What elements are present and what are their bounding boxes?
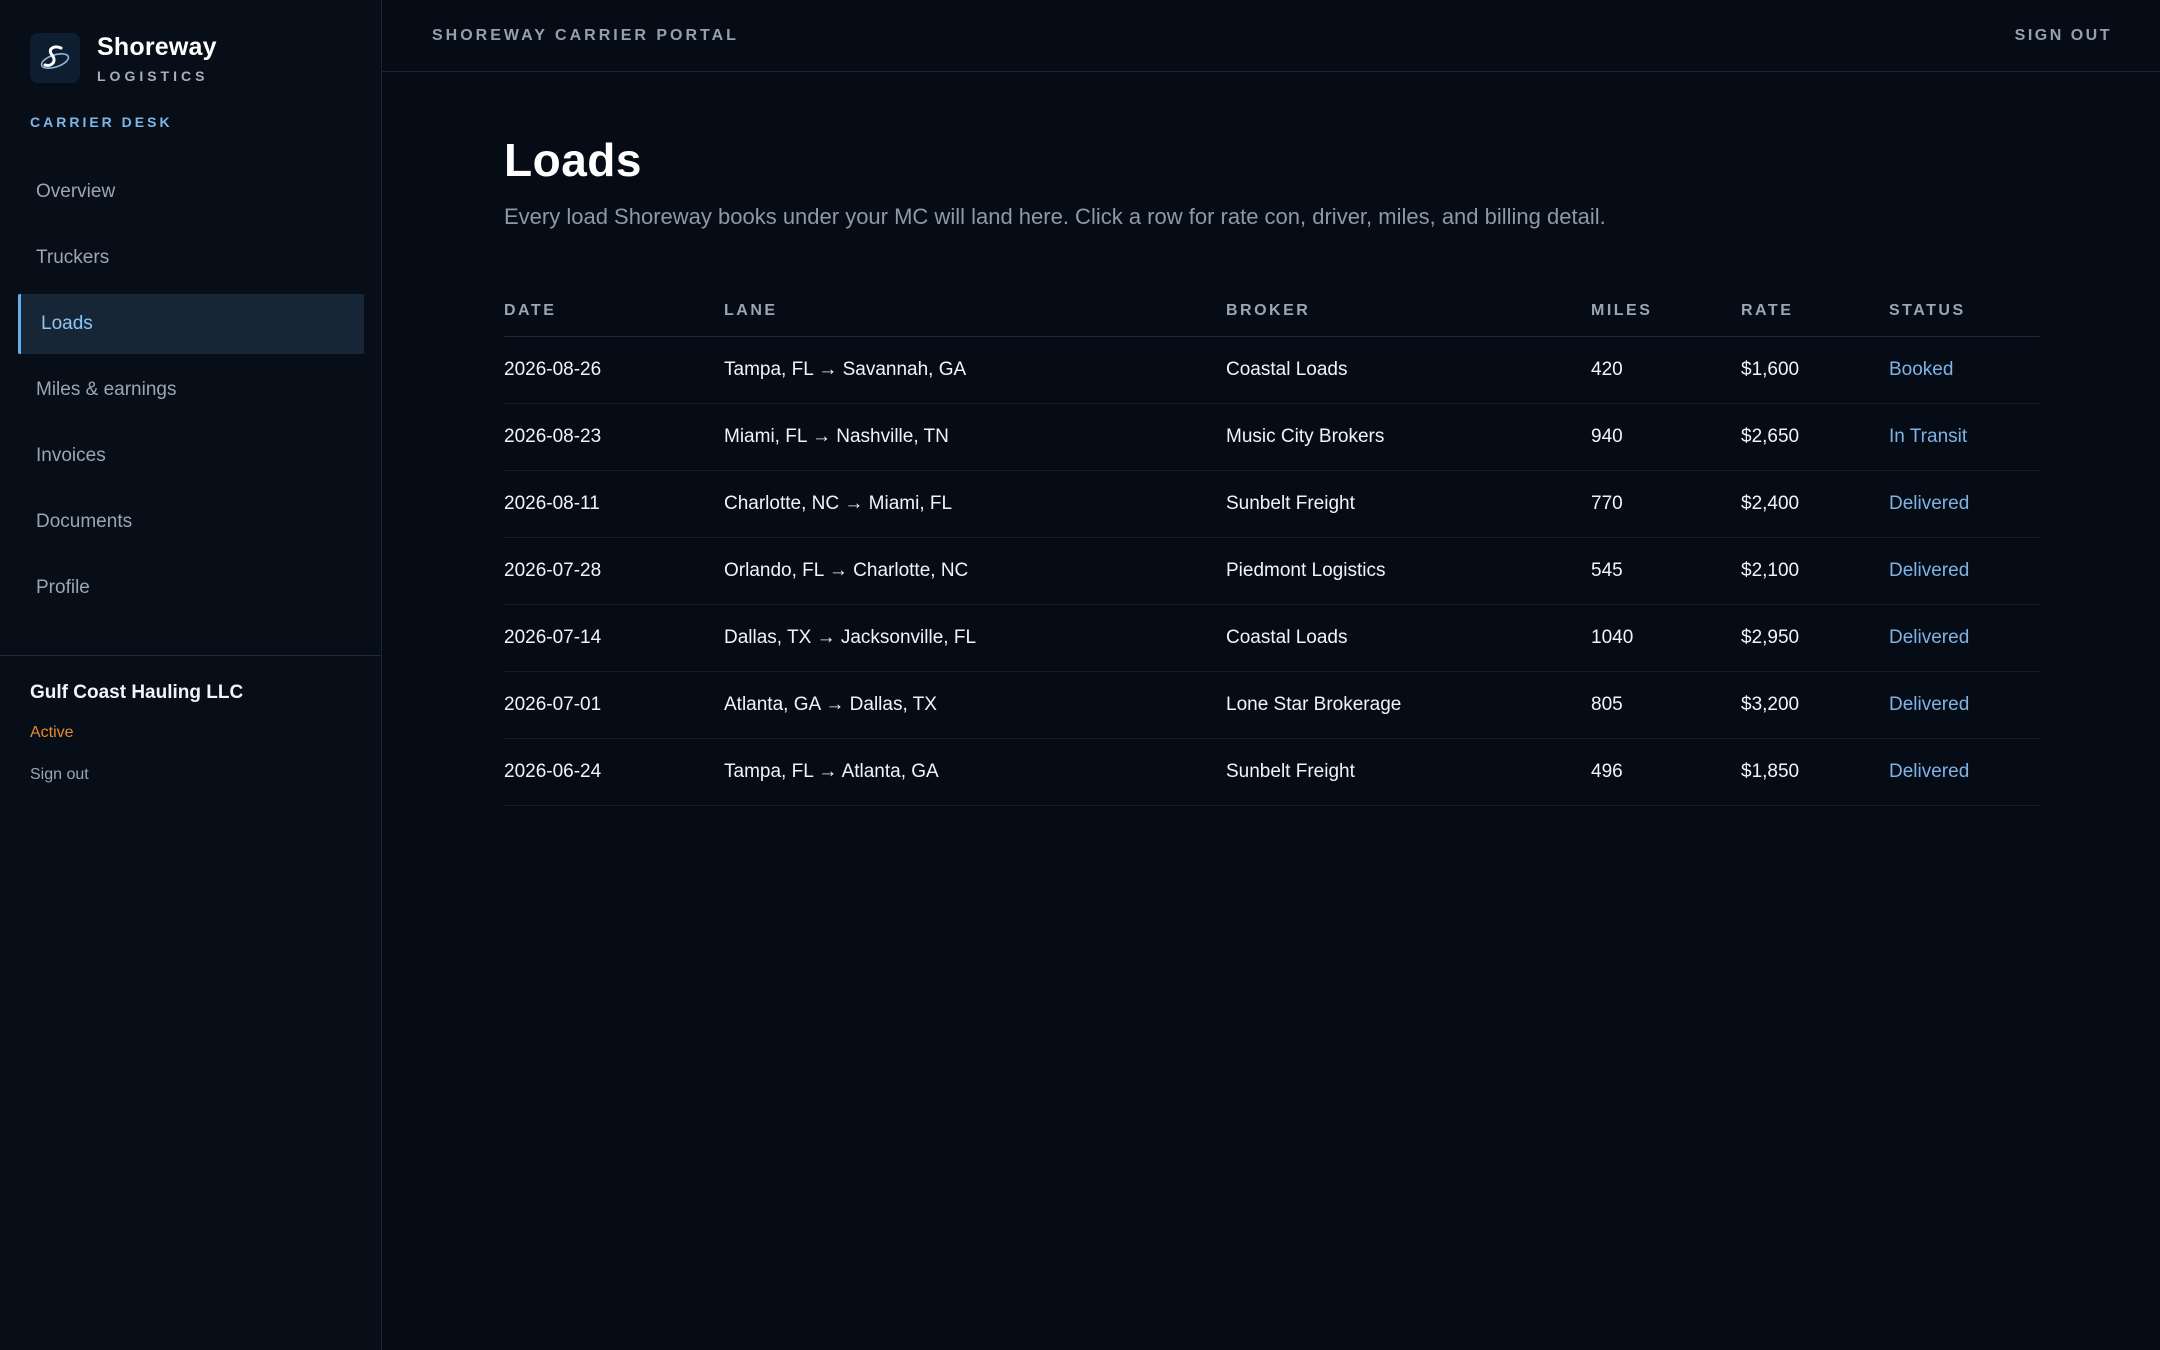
table-row[interactable]: 2026-06-24 Tampa, FL → Atlanta, GA Sunbe… bbox=[504, 738, 2040, 806]
page-description: Every load Shoreway books under your MC … bbox=[504, 204, 1606, 229]
column-header-status[interactable]: STATUS bbox=[1889, 286, 2040, 337]
sidebar: Shoreway LOGISTICS CARRIER DESK Overview… bbox=[0, 0, 382, 1350]
cell-miles: 1040 bbox=[1591, 604, 1741, 672]
sidebar-item-invoices[interactable]: Invoices bbox=[18, 426, 364, 486]
cell-date: 2026-07-28 bbox=[504, 537, 724, 605]
cell-lane: Orlando, FL → Charlotte, NC bbox=[724, 537, 1226, 605]
page-title: Loads bbox=[504, 134, 642, 186]
account-status: Active bbox=[30, 724, 74, 741]
cell-date: 2026-08-11 bbox=[504, 470, 724, 538]
sidebar-nav: Overview Truckers Loads Miles & earnings… bbox=[18, 162, 364, 624]
cell-date: 2026-08-26 bbox=[504, 336, 724, 404]
main-content: SHOREWAY CARRIER PORTAL SIGN OUT Loads E… bbox=[382, 0, 2160, 1350]
column-header-date[interactable]: DATE bbox=[504, 286, 724, 337]
cell-rate: $1,850 bbox=[1741, 738, 1889, 806]
sidebar-divider bbox=[0, 655, 381, 656]
cell-broker: Coastal Loads bbox=[1226, 604, 1591, 672]
cell-miles: 545 bbox=[1591, 537, 1741, 605]
table-row[interactable]: 2026-08-11 Charlotte, NC → Miami, FL Sun… bbox=[504, 470, 2040, 538]
column-header-rate[interactable]: RATE bbox=[1741, 286, 1889, 337]
sidebar-sign-out-link[interactable]: Sign out bbox=[30, 766, 89, 784]
top-bar: SHOREWAY CARRIER PORTAL SIGN OUT bbox=[382, 0, 2160, 72]
cell-status: Delivered bbox=[1889, 738, 2040, 806]
cell-broker: Coastal Loads bbox=[1226, 336, 1591, 404]
table-row[interactable]: 2026-07-14 Dallas, TX → Jacksonville, FL… bbox=[504, 604, 2040, 672]
table-header-row: DATE LANE BROKER MILES RATE STATUS bbox=[504, 286, 2040, 337]
section-label: CARRIER DESK bbox=[30, 114, 173, 130]
cell-rate: $1,600 bbox=[1741, 336, 1889, 404]
table-row[interactable]: 2026-08-23 Miami, FL → Nashville, TN Mus… bbox=[504, 403, 2040, 471]
cell-date: 2026-07-01 bbox=[504, 671, 724, 739]
sidebar-item-profile[interactable]: Profile bbox=[18, 558, 364, 618]
loads-table: DATE LANE BROKER MILES RATE STATUS 2026-… bbox=[504, 286, 2040, 806]
cell-rate: $2,400 bbox=[1741, 470, 1889, 538]
brand[interactable]: Shoreway LOGISTICS bbox=[30, 32, 217, 84]
column-header-miles[interactable]: MILES bbox=[1591, 286, 1741, 337]
cell-lane: Tampa, FL → Savannah, GA bbox=[724, 336, 1226, 404]
sidebar-item-loads[interactable]: Loads bbox=[18, 294, 364, 354]
cell-status: Delivered bbox=[1889, 604, 2040, 672]
column-header-lane[interactable]: LANE bbox=[724, 286, 1226, 337]
cell-date: 2026-08-23 bbox=[504, 403, 724, 471]
company-name: Gulf Coast Hauling LLC bbox=[30, 682, 244, 703]
cell-broker: Lone Star Brokerage bbox=[1226, 671, 1591, 739]
cell-rate: $2,650 bbox=[1741, 403, 1889, 471]
column-header-broker[interactable]: BROKER bbox=[1226, 286, 1591, 337]
cell-status: Delivered bbox=[1889, 537, 2040, 605]
cell-broker: Sunbelt Freight bbox=[1226, 738, 1591, 806]
sidebar-item-documents[interactable]: Documents bbox=[18, 492, 364, 552]
table-row[interactable]: 2026-07-01 Atlanta, GA → Dallas, TX Lone… bbox=[504, 671, 2040, 739]
cell-broker: Music City Brokers bbox=[1226, 403, 1591, 471]
cell-status: In Transit bbox=[1889, 403, 2040, 471]
cell-miles: 770 bbox=[1591, 470, 1741, 538]
loads-section: Loads Every load Shoreway books under yo… bbox=[504, 132, 2040, 806]
app-shell: Shoreway LOGISTICS CARRIER DESK Overview… bbox=[0, 0, 2160, 1350]
table-row[interactable]: 2026-07-28 Orlando, FL → Charlotte, NC P… bbox=[504, 537, 2040, 605]
shoreway-logo-icon bbox=[30, 33, 80, 83]
cell-lane: Atlanta, GA → Dallas, TX bbox=[724, 671, 1226, 739]
sidebar-item-miles-earnings[interactable]: Miles & earnings bbox=[18, 360, 364, 420]
cell-miles: 496 bbox=[1591, 738, 1741, 806]
cell-lane: Charlotte, NC → Miami, FL bbox=[724, 470, 1226, 538]
cell-rate: $2,100 bbox=[1741, 537, 1889, 605]
cell-rate: $2,950 bbox=[1741, 604, 1889, 672]
cell-miles: 805 bbox=[1591, 671, 1741, 739]
cell-status: Delivered bbox=[1889, 470, 2040, 538]
portal-title: SHOREWAY CARRIER PORTAL bbox=[432, 26, 739, 44]
cell-date: 2026-07-14 bbox=[504, 604, 724, 672]
sidebar-item-truckers[interactable]: Truckers bbox=[18, 228, 364, 288]
sidebar-item-overview[interactable]: Overview bbox=[18, 162, 364, 222]
cell-miles: 420 bbox=[1591, 336, 1741, 404]
cell-rate: $3,200 bbox=[1741, 671, 1889, 739]
cell-lane: Miami, FL → Nashville, TN bbox=[724, 403, 1226, 471]
cell-miles: 940 bbox=[1591, 403, 1741, 471]
cell-status: Delivered bbox=[1889, 671, 2040, 739]
sign-out-button[interactable]: SIGN OUT bbox=[2015, 27, 2112, 45]
cell-date: 2026-06-24 bbox=[504, 738, 724, 806]
cell-broker: Piedmont Logistics bbox=[1226, 537, 1591, 605]
cell-lane: Tampa, FL → Atlanta, GA bbox=[724, 738, 1226, 806]
cell-status: Booked bbox=[1889, 336, 2040, 404]
cell-lane: Dallas, TX → Jacksonville, FL bbox=[724, 604, 1226, 672]
cell-broker: Sunbelt Freight bbox=[1226, 470, 1591, 538]
brand-name: Shoreway bbox=[97, 33, 217, 61]
table-row[interactable]: 2026-08-26 Tampa, FL → Savannah, GA Coas… bbox=[504, 336, 2040, 404]
brand-subtitle: LOGISTICS bbox=[97, 68, 209, 84]
